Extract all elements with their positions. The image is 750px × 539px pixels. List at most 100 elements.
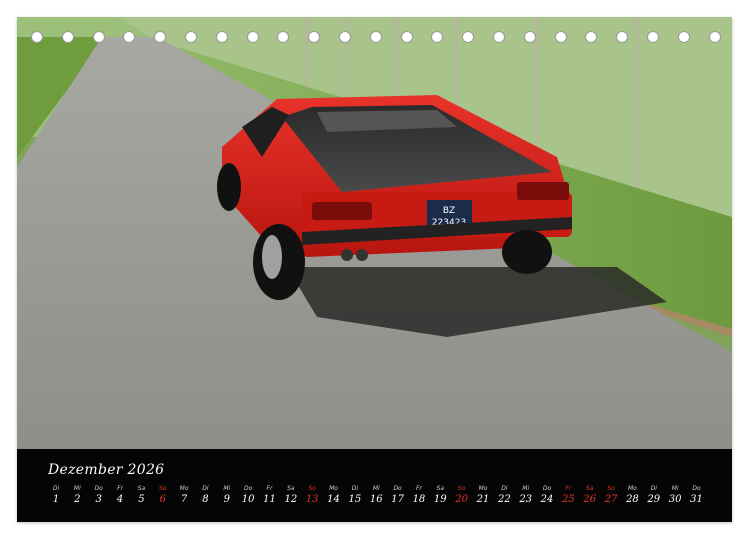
binding-hole <box>123 31 136 43</box>
calendar-day: Di 1 <box>46 485 66 505</box>
day-number: 17 <box>391 494 404 505</box>
calendar-day: Fr 11 <box>260 485 280 505</box>
binding-hole <box>92 31 105 43</box>
weekday-label: Mo <box>478 485 488 492</box>
day-number: 20 <box>455 494 468 505</box>
calendar-day: Di 22 <box>494 485 514 505</box>
day-number: 26 <box>583 494 597 505</box>
calendar-day: Mi 9 <box>217 485 237 505</box>
day-number: 30 <box>668 494 682 505</box>
day-number: 12 <box>284 494 298 505</box>
day-number: 23 <box>519 494 533 505</box>
binding-hole <box>708 31 721 43</box>
weekday-label: Do <box>542 485 552 492</box>
calendar-day: Mo 7 <box>174 485 194 505</box>
weekday-label: Do <box>94 485 103 492</box>
weekday-label: So <box>159 485 167 492</box>
calendar-day: Sa 26 <box>580 485 600 505</box>
day-number: 21 <box>476 494 490 505</box>
weekday-label: So <box>457 485 466 492</box>
day-number: 19 <box>433 494 447 505</box>
weekday-label: Fr <box>117 485 123 492</box>
binding-hole <box>246 31 259 43</box>
calendar-day: Di 15 <box>345 485 365 505</box>
day-number: 22 <box>497 494 511 505</box>
weekday-label: Fr <box>266 485 273 492</box>
binding-hole <box>154 31 167 43</box>
car-photo: BZ 223423 <box>17 17 732 449</box>
calendar-day: Fr 25 <box>558 485 578 505</box>
day-number: 25 <box>562 494 575 505</box>
calendar-day: Sa 12 <box>281 485 301 505</box>
calendar-day: So 20 <box>452 485 472 505</box>
day-number: 1 <box>52 494 60 505</box>
binding-hole <box>677 31 690 43</box>
month-label: Dezember 2026 <box>48 462 165 478</box>
binding-hole <box>215 31 228 43</box>
calendar-day: Mi 23 <box>516 485 536 505</box>
day-number: 29 <box>647 494 661 505</box>
weekday-label: Mi <box>223 485 231 492</box>
binding-hole <box>462 31 475 43</box>
day-number: 27 <box>604 494 618 505</box>
day-number: 7 <box>180 494 188 505</box>
weekday-label: Mo <box>329 485 338 492</box>
binding-hole <box>308 31 321 43</box>
binding-hole <box>31 31 43 43</box>
calendar-day: Do 10 <box>238 485 258 505</box>
binding-hole <box>339 31 351 43</box>
weekday-label: Di <box>501 485 508 492</box>
calendar-day: Mi 30 <box>665 485 685 505</box>
calendar-day: Sa 19 <box>430 485 450 505</box>
calendar-day: Mo 14 <box>324 485 344 505</box>
day-number: 10 <box>241 494 255 505</box>
calendar-day: Do 24 <box>537 485 557 505</box>
binding-hole <box>431 31 444 43</box>
calendar-day: So 27 <box>601 485 621 505</box>
calendar-day: Di 29 <box>644 485 664 505</box>
weekday-label: Mi <box>671 485 679 492</box>
calendar-day: Mi 2 <box>67 485 87 505</box>
day-number: 9 <box>223 494 230 505</box>
calendar-day: Do 3 <box>89 485 109 505</box>
weekday-label: Fr <box>415 485 422 492</box>
weekday-label: Do <box>692 485 701 492</box>
day-number: 18 <box>412 494 426 505</box>
binding-hole <box>493 31 505 43</box>
weekday-label: So <box>308 485 316 492</box>
binding-hole <box>554 31 567 43</box>
weekday-label: Di <box>650 485 657 492</box>
weekday-label: Mi <box>372 485 380 492</box>
weekday-label: Di <box>202 485 209 492</box>
day-number: 14 <box>327 494 340 505</box>
car-photo-illustration: BZ 223423 <box>17 17 732 449</box>
calendar-day: So 6 <box>153 485 173 505</box>
weekday-label: Mo <box>628 485 637 492</box>
binding-hole <box>185 31 197 43</box>
calendar-day: Fr 18 <box>409 485 429 505</box>
calendar-day: Do 17 <box>388 485 408 505</box>
binding-hole <box>523 31 536 43</box>
weekday-label: Sa <box>436 485 445 492</box>
calendar-bar: Dezember 2026 Di 1 Mi 2 Do 3 Fr 4 Sa 5 So 6 Mo 7 Di 8 Mi… <box>17 449 732 522</box>
day-number: 3 <box>95 494 102 505</box>
weekday-label: Di <box>351 485 359 492</box>
weekday-label: Sa <box>137 485 146 492</box>
calendar-day: Mo 21 <box>473 485 493 505</box>
weekday-label: Di <box>52 485 60 492</box>
day-number: 31 <box>690 494 703 505</box>
weekday-label: Sa <box>586 485 594 492</box>
weekday-label: Mi <box>73 485 81 492</box>
day-number: 5 <box>138 494 145 505</box>
binding-hole <box>647 31 659 43</box>
binding-hole <box>616 31 629 43</box>
binding-holes <box>17 31 732 47</box>
calendar-day: Mi 16 <box>366 485 386 505</box>
binding-hole <box>61 31 74 43</box>
binding-hole <box>369 31 382 43</box>
binding-hole <box>277 31 290 43</box>
calendar-day: So 13 <box>302 485 322 505</box>
day-number: 28 <box>626 494 639 505</box>
weekday-label: Fr <box>565 485 572 492</box>
weekday-label: Sa <box>287 485 295 492</box>
